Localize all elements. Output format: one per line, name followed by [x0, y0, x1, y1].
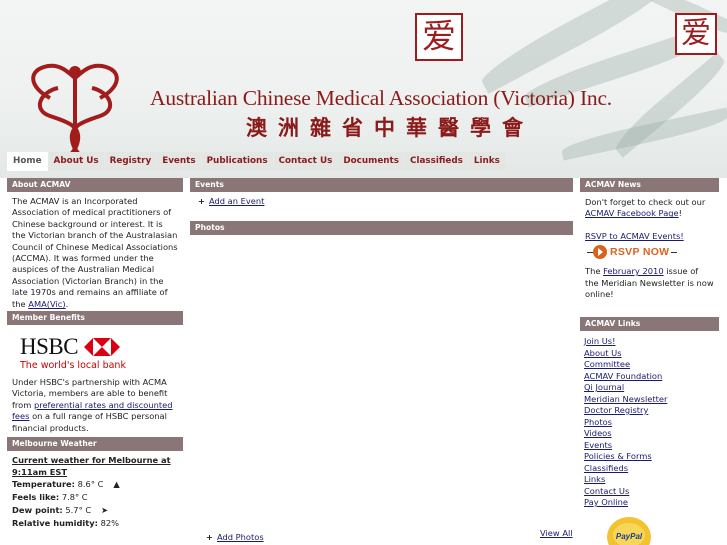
weather-value: 8.6° C	[77, 479, 104, 489]
nav-home[interactable]: Home	[7, 152, 48, 171]
link-committee[interactable]: Committee	[584, 359, 715, 371]
photos-panel: + Add Photos View All	[190, 235, 573, 542]
link-acmav-foundation[interactable]: ACMAV Foundation	[584, 371, 715, 383]
link-photos[interactable]: Photos	[584, 417, 715, 429]
hsbc-logo[interactable]: HSBC	[7, 325, 183, 360]
weather-label: Relative humidity:	[12, 518, 98, 528]
middle-column: Events + Add an Event Photos + Add Photos …	[190, 178, 573, 542]
nav-links[interactable]: Links	[468, 152, 505, 171]
nav-events[interactable]: Events	[157, 152, 201, 171]
link-qi-journal[interactable]: Qi Journal	[584, 382, 715, 394]
nav-registry[interactable]: Registry	[104, 152, 157, 171]
hsbc-text-after: on a full range of HSBC personal financi…	[12, 411, 167, 433]
seal-logo: 爱	[675, 13, 717, 55]
hsbc-text: Under HSBC's partnership with ACMA Victo…	[7, 371, 183, 434]
add-event-row: + Add an Event	[190, 192, 573, 206]
news-panel: ACMAV News Don't forget to check out our…	[580, 178, 719, 310]
weather-heading: Melbourne Weather	[7, 437, 183, 451]
about-heading: About ACMAV	[7, 178, 183, 192]
link-meridian-newsletter[interactable]: Meridian Newsletter	[584, 394, 715, 406]
events-panel: + Add an Event	[190, 192, 573, 212]
rsvp-now-label: RSVP NOW	[610, 245, 670, 258]
hsbc-hexagon-icon	[84, 338, 121, 356]
events-heading: Events	[190, 178, 573, 192]
link-policies-forms[interactable]: Policies & Forms	[584, 451, 715, 463]
facebook-line: Don't forget to check out our ACMAV Face…	[585, 197, 714, 220]
hsbc-wordmark: HSBC	[20, 334, 79, 359]
photos-heading: Photos	[190, 221, 573, 235]
wind-arrow-icon: ➤	[101, 505, 109, 515]
wind-arrow-icon: ▲	[113, 479, 120, 489]
nav-about-us[interactable]: About Us	[48, 152, 104, 171]
links-list: Join Us! About Us Committee ACMAV Founda…	[580, 331, 719, 514]
facebook-link[interactable]: ACMAV Facebook Page	[585, 208, 679, 218]
nav-classifieds[interactable]: Classifieds	[405, 152, 468, 171]
link-contact-us[interactable]: Contact Us	[584, 486, 715, 498]
nav-contact-us[interactable]: Contact Us	[273, 152, 338, 171]
weather-row: Relative humidity: 82%	[7, 517, 183, 530]
about-text: The ACMAV is an Incorporated Association…	[7, 192, 183, 309]
link-events[interactable]: Events	[584, 440, 715, 452]
about-panel: About ACMAV The ACMAV is an Incorporated…	[7, 178, 183, 309]
news-heading: ACMAV News	[580, 178, 719, 192]
link-about-us[interactable]: About Us	[584, 348, 715, 360]
about-end: .	[65, 298, 69, 309]
ama-vic-link[interactable]: AMA(Vic)	[28, 299, 65, 309]
link-pay-online[interactable]: Pay Online	[584, 497, 715, 509]
weather-row: Temperature: 8.6° C ▲	[7, 478, 183, 491]
weather-panel: Current weather for Melbourne at 9:11am …	[7, 451, 183, 530]
newsletter-link[interactable]: February 2010	[603, 266, 664, 276]
site-title-chinese: 澳洲雜省中華醫學會	[246, 115, 534, 140]
weather-row: Dew point: 5.7° C ➤	[7, 504, 183, 517]
benefits-heading: Member Benefits	[7, 311, 183, 325]
news-body: Don't forget to check out our ACMAV Face…	[580, 192, 719, 310]
arrow-right-icon	[593, 245, 607, 260]
site-title: Australian Chinese Medical Association (…	[150, 86, 612, 110]
view-all-photos-link[interactable]: View All	[540, 528, 573, 538]
weather-value: 82%	[100, 518, 120, 528]
link-links[interactable]: Links	[584, 474, 715, 486]
nav-documents[interactable]: Documents	[338, 152, 404, 171]
newsletter-line: The February 2010 issue of the Meridian …	[585, 266, 714, 300]
weather-label: Dew point:	[12, 505, 63, 515]
link-join-us[interactable]: Join Us!	[584, 336, 715, 348]
right-column: ACMAV News Don't forget to check out our…	[580, 178, 719, 545]
rsvp-link[interactable]: RSVP to ACMAV Events!	[585, 231, 684, 241]
nav-publications[interactable]: Publications	[201, 152, 273, 171]
weather-value: 5.7° C	[65, 505, 92, 515]
main-nav: Home About Us Registry Events Publicatio…	[7, 152, 506, 171]
link-videos[interactable]: Videos	[584, 428, 715, 440]
hsbc-tagline: The world's local bank	[20, 360, 126, 371]
weather-row: Feels like: 7.8° C	[7, 491, 183, 504]
link-classifieds[interactable]: Classifieds	[584, 463, 715, 475]
about-body: The ACMAV is an Incorporated Association…	[12, 196, 178, 309]
plus-icon: +	[206, 532, 213, 542]
divider	[671, 251, 678, 253]
news-text: !	[678, 208, 682, 219]
seal-logo: 爱	[415, 13, 463, 61]
news-text: The	[585, 266, 604, 277]
rsvp-now-button[interactable]: RSVP NOW	[587, 245, 714, 260]
plus-icon: +	[198, 196, 205, 206]
add-photos-row: + Add Photos	[198, 528, 264, 542]
link-doctor-registry[interactable]: Doctor Registry	[584, 405, 715, 417]
paypal-label: PayPal	[616, 532, 643, 541]
add-event-link[interactable]: Add an Event	[209, 196, 264, 206]
weather-label: Temperature:	[12, 479, 75, 489]
weather-title[interactable]: Current weather for Melbourne at 9:11am …	[7, 451, 183, 478]
paypal-button-icon[interactable]: PayPal	[606, 515, 652, 545]
left-column: About ACMAV The ACMAV is an Incorporated…	[7, 178, 183, 530]
weather-value: 7.8° C	[61, 492, 88, 502]
add-photos-link[interactable]: Add Photos	[217, 532, 264, 542]
weather-label: Feels like:	[12, 492, 60, 502]
news-text: Don't forget to check out our	[585, 197, 706, 207]
links-heading: ACMAV Links	[580, 317, 719, 331]
hsbc-panel: HSBC The world's local bank Under HSBC's…	[7, 325, 183, 433]
